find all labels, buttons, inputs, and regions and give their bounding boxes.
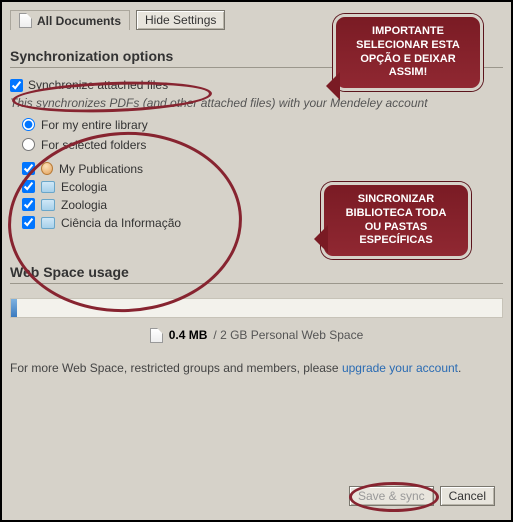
document-icon (150, 328, 163, 343)
callout-tail (312, 72, 340, 100)
webspace-progress-bar (11, 299, 17, 317)
callout-line: SINCRONIZAR (334, 193, 458, 207)
person-icon (41, 162, 53, 175)
button-bar: Save & sync Cancel (349, 486, 495, 506)
callout-line: OPÇÃO E DEIXAR (346, 53, 470, 67)
hide-settings-button[interactable]: Hide Settings (136, 10, 225, 30)
sync-attached-checkbox[interactable] (10, 79, 23, 92)
sync-attached-label: Synchronize attached files (28, 78, 168, 92)
radio-entire-input[interactable] (22, 118, 35, 131)
tab-label: All Documents (37, 14, 121, 28)
folder-checkbox[interactable] (22, 162, 35, 175)
callout-tail (300, 225, 328, 253)
radio-entire-library[interactable]: For my entire library (22, 118, 503, 132)
radio-selected-input[interactable] (22, 138, 35, 151)
webspace-heading: Web Space usage (10, 264, 503, 284)
folder-label: Zoologia (61, 198, 107, 212)
more-suffix: . (458, 361, 461, 375)
save-sync-button[interactable]: Save & sync (349, 486, 434, 506)
tab-all-documents[interactable]: All Documents (10, 10, 130, 30)
callout-important: IMPORTANTE SELECIONAR ESTA OPÇÃO E DEIXA… (333, 14, 483, 91)
folder-checkbox[interactable] (22, 216, 35, 229)
settings-panel: All Documents Hide Settings Synchronizat… (0, 0, 513, 522)
folder-label: My Publications (59, 162, 143, 176)
document-icon (19, 13, 32, 28)
more-prefix: For more Web Space, restricted groups an… (10, 361, 342, 375)
folder-label: Ciência da Informação (61, 216, 181, 230)
radio-selected-folders[interactable]: For selected folders (22, 138, 503, 152)
cancel-button[interactable]: Cancel (440, 486, 495, 506)
folder-icon (41, 181, 55, 193)
upgrade-account-link[interactable]: upgrade your account (342, 361, 458, 375)
webspace-usage-line: 0.4 MB / 2 GB Personal Web Space (10, 328, 503, 343)
callout-line: OU PASTAS (334, 221, 458, 235)
folder-label: Ecologia (61, 180, 107, 194)
callout-sync: SINCRONIZAR BIBLIOTECA TODA OU PASTAS ES… (321, 182, 471, 259)
folder-icon (41, 199, 55, 211)
webspace-total: / 2 GB Personal Web Space (213, 328, 363, 342)
folder-icon (41, 217, 55, 229)
callout-line: BIBLIOTECA TODA (334, 207, 458, 221)
callout-line: ESPECÍFICAS (334, 234, 458, 248)
folder-checkbox[interactable] (22, 180, 35, 193)
radio-selected-label: For selected folders (41, 138, 146, 152)
webspace-progress (10, 298, 503, 318)
callout-line: IMPORTANTE (346, 25, 470, 39)
callout-line: ASSIM! (346, 66, 470, 80)
folder-checkbox[interactable] (22, 198, 35, 211)
radio-entire-label: For my entire library (41, 118, 148, 132)
sync-help-text: This synchronizes PDFs (and other attach… (10, 96, 503, 112)
webspace-more-line: For more Web Space, restricted groups an… (10, 361, 503, 375)
list-item[interactable]: My Publications (22, 162, 503, 176)
webspace-used: 0.4 MB (169, 328, 208, 342)
callout-line: SELECIONAR ESTA (346, 39, 470, 53)
